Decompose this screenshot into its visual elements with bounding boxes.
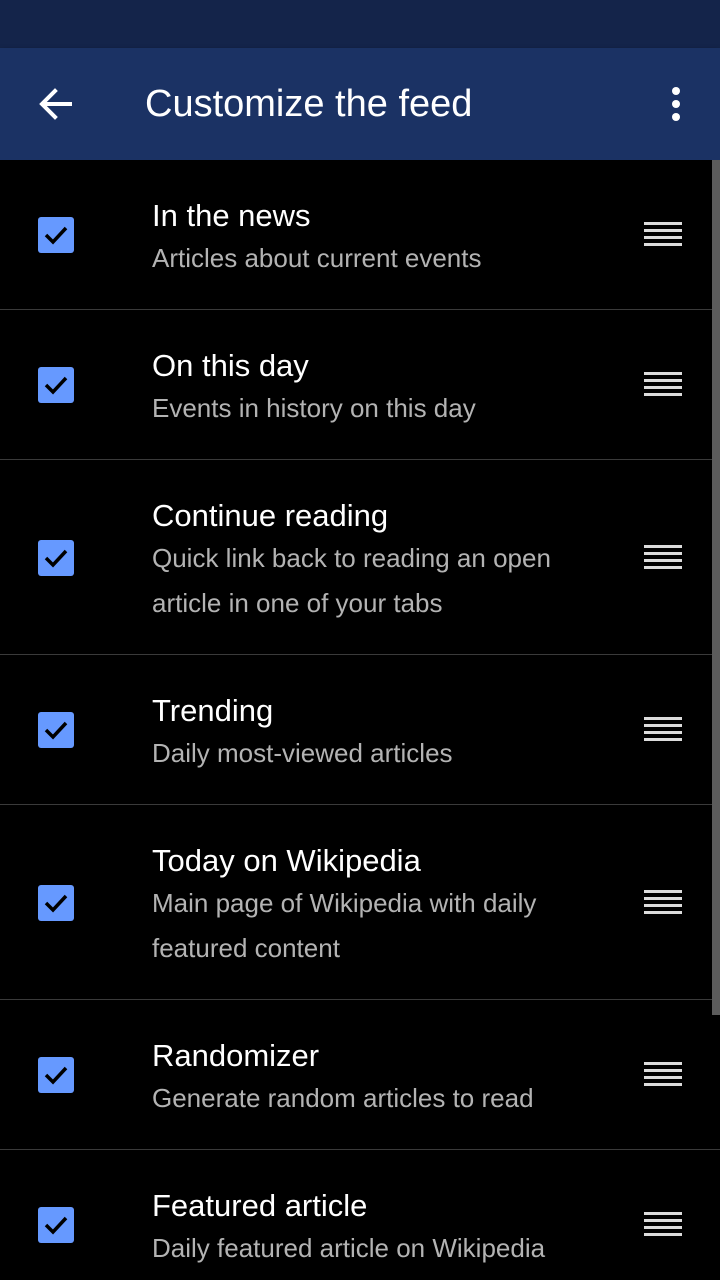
item-description: Daily featured article on Wikipedia bbox=[152, 1233, 546, 1263]
page-title: Customize the feed bbox=[145, 83, 473, 125]
feed-item-randomizer[interactable]: Randomizer Generate random articles to r… bbox=[0, 1000, 720, 1150]
checkmark-icon bbox=[44, 1216, 68, 1235]
item-description: Events in history on this day bbox=[152, 393, 476, 423]
checkbox[interactable] bbox=[38, 540, 74, 576]
arrow-left-icon bbox=[39, 88, 72, 120]
item-description: Daily most-viewed articles bbox=[152, 738, 453, 768]
checkmark-icon bbox=[44, 549, 68, 568]
back-button[interactable] bbox=[24, 76, 88, 132]
checkbox[interactable] bbox=[38, 712, 74, 748]
drag-handle[interactable] bbox=[630, 215, 696, 255]
item-title: Featured article bbox=[152, 1188, 368, 1223]
drag-handle[interactable] bbox=[630, 538, 696, 578]
item-title: In the news bbox=[152, 198, 311, 233]
drag-handle-icon bbox=[644, 717, 682, 741]
item-description: Generate random articles to read bbox=[152, 1083, 534, 1113]
checkmark-icon bbox=[44, 721, 68, 740]
drag-handle-icon bbox=[644, 890, 682, 914]
more-vertical-icon bbox=[672, 87, 680, 121]
item-description: Articles about current events bbox=[152, 243, 482, 273]
item-title: Continue reading bbox=[152, 498, 389, 533]
checkbox[interactable] bbox=[38, 885, 74, 921]
checkmark-icon bbox=[44, 376, 68, 395]
checkmark-icon bbox=[44, 1066, 68, 1085]
scrollbar[interactable] bbox=[712, 160, 720, 1015]
feed-item-in-the-news[interactable]: In the news Articles about current event… bbox=[0, 160, 720, 310]
feed-item-featured-article[interactable]: Featured article Daily featured article … bbox=[0, 1150, 720, 1280]
overflow-menu-button[interactable] bbox=[648, 76, 704, 132]
checkbox[interactable] bbox=[38, 217, 74, 253]
feed-item-today-on-wikipedia[interactable]: Today on Wikipedia Main page of Wikipedi… bbox=[0, 805, 720, 1000]
status-bar bbox=[0, 0, 720, 48]
drag-handle-icon bbox=[644, 222, 682, 246]
drag-handle-icon bbox=[644, 545, 682, 569]
checkmark-icon bbox=[44, 894, 68, 913]
feed-item-continue-reading[interactable]: Continue reading Quick link back to read… bbox=[0, 460, 720, 655]
drag-handle[interactable] bbox=[630, 1055, 696, 1095]
app-bar: Customize the feed bbox=[0, 48, 720, 160]
drag-handle[interactable] bbox=[630, 365, 696, 405]
checkbox[interactable] bbox=[38, 1207, 74, 1243]
drag-handle[interactable] bbox=[630, 710, 696, 750]
drag-handle[interactable] bbox=[630, 883, 696, 923]
drag-handle-icon bbox=[644, 1212, 682, 1236]
feed-item-trending[interactable]: Trending Daily most-viewed articles bbox=[0, 655, 720, 805]
item-title: Randomizer bbox=[152, 1038, 320, 1073]
feed-item-on-this-day[interactable]: On this day Events in history on this da… bbox=[0, 310, 720, 460]
drag-handle-icon bbox=[644, 1062, 682, 1086]
item-description: Quick link back to reading an open artic… bbox=[152, 543, 551, 618]
checkmark-icon bbox=[44, 226, 68, 245]
drag-handle-icon bbox=[644, 372, 682, 396]
checkbox[interactable] bbox=[38, 1057, 74, 1093]
item-description: Main page of Wikipedia with daily featur… bbox=[152, 888, 537, 963]
item-title: On this day bbox=[152, 348, 309, 383]
item-title: Today on Wikipedia bbox=[152, 843, 421, 878]
drag-handle[interactable] bbox=[630, 1205, 696, 1245]
feed-list: In the news Articles about current event… bbox=[0, 160, 720, 1280]
checkbox[interactable] bbox=[38, 367, 74, 403]
item-title: Trending bbox=[152, 693, 274, 728]
